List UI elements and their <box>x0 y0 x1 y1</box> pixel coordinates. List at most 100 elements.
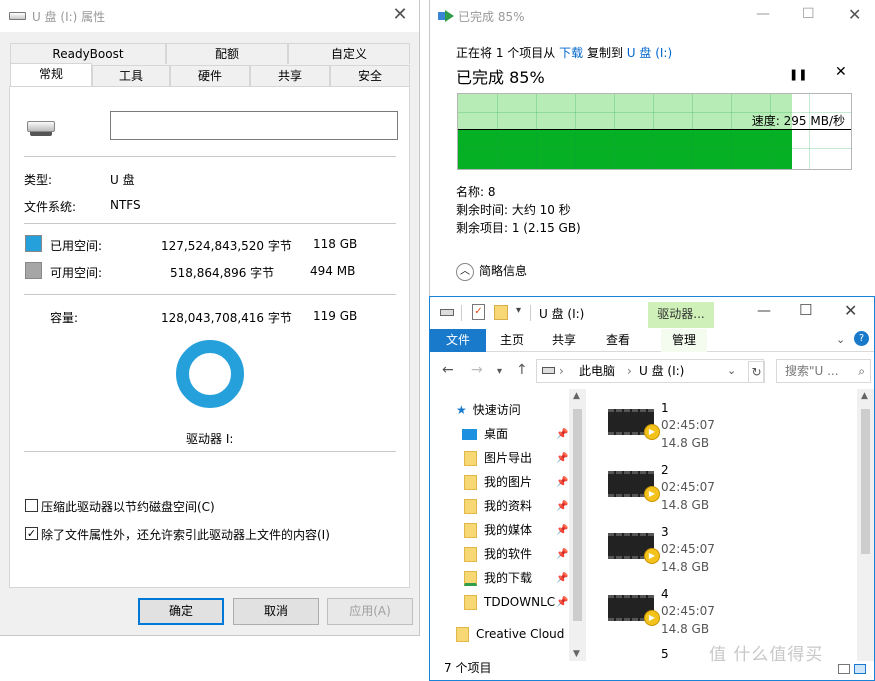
minimize-icon[interactable]: — <box>757 303 771 319</box>
scrollbar-thumb[interactable] <box>573 409 582 621</box>
nav-label: 我的图片 <box>484 475 533 489</box>
forward-arrow-icon[interactable]: → <box>471 362 483 378</box>
address-bar[interactable]: › 此电脑 › U 盘 (I:) ⌄ <box>536 359 764 383</box>
nav-label: 我的下载 <box>484 571 533 585</box>
source-link[interactable]: 下载 <box>559 46 583 60</box>
fewer-details-toggle[interactable]: ︿ 简略信息 <box>456 262 527 281</box>
nav-scrollbar[interactable]: ▲ ▼ <box>569 389 586 661</box>
content-scrollbar[interactable]: ▲ <box>857 389 874 661</box>
close-icon[interactable]: ✕ <box>389 4 411 26</box>
ok-button[interactable]: 确定 <box>138 598 224 625</box>
tab-home[interactable]: 主页 <box>490 329 534 352</box>
maximize-icon[interactable]: ☐ <box>799 301 812 319</box>
file-size: 14.8 GB <box>661 622 710 636</box>
nav-item-folder[interactable]: 图片导出 <box>464 447 532 469</box>
destination-link[interactable]: U 盘 (I:) <box>627 46 672 60</box>
pin-icon[interactable]: 📌 <box>556 501 568 512</box>
tab-sharing[interactable]: 共享 <box>250 65 330 86</box>
maximize-icon[interactable]: ☐ <box>802 6 815 22</box>
tab-general[interactable]: 常规 <box>10 63 92 86</box>
nav-item-quick-access[interactable]: ★ 快速访问 <box>456 399 521 421</box>
file-item[interactable]: ▶ 4 02:45:07 14.8 GB <box>608 583 768 639</box>
window-title: 已完成 85% <box>458 10 525 24</box>
new-folder-icon[interactable] <box>494 305 508 320</box>
play-icon: ▶ <box>644 424 660 440</box>
help-icon[interactable]: ? <box>854 331 869 346</box>
tab-manage[interactable]: 管理 <box>661 329 707 352</box>
file-item[interactable]: ▶ 3 02:45:07 14.8 GB <box>608 521 768 577</box>
cancel-icon[interactable]: ✕ <box>835 64 847 80</box>
tab-customize[interactable]: 自定义 <box>288 43 410 64</box>
drive-tools-tab[interactable]: 驱动器... <box>648 302 714 328</box>
chevron-down-icon[interactable]: ⌄ <box>836 333 845 346</box>
nav-item-folder[interactable]: TDDOWNLC <box>464 591 555 613</box>
tab-tools[interactable]: 工具 <box>92 65 170 86</box>
search-placeholder: 搜索"U ... <box>785 364 839 378</box>
tab-security[interactable]: 安全 <box>330 65 410 86</box>
close-icon[interactable]: ✕ <box>848 5 861 24</box>
nav-label: 快速访问 <box>472 403 521 417</box>
capacity-label: 容量: <box>50 311 79 325</box>
download-folder-icon <box>464 571 477 586</box>
recent-dropdown-icon[interactable]: ▾ <box>497 366 502 377</box>
nav-item-downloads[interactable]: 我的下载 <box>464 567 532 589</box>
pause-icon[interactable]: ❚❚ <box>789 68 807 81</box>
minimize-icon[interactable]: — <box>756 6 770 22</box>
tab-file[interactable]: 文件 <box>430 329 486 352</box>
pin-icon[interactable]: 📌 <box>556 549 568 560</box>
nav-item-folder[interactable]: 我的软件 <box>464 543 532 565</box>
tab-view[interactable]: 查看 <box>596 329 640 352</box>
file-explorer-window: ✓ ▾ U 盘 (I:) 驱动器... — ☐ ✕ 文件 主页 共享 查看 管理… <box>429 296 875 681</box>
details-view-icon[interactable] <box>838 664 850 674</box>
star-icon: ★ <box>456 403 467 417</box>
scroll-up-icon[interactable]: ▲ <box>861 391 868 401</box>
scroll-down-icon[interactable]: ▼ <box>573 649 580 659</box>
scrollbar-thumb[interactable] <box>861 409 870 554</box>
pin-icon[interactable]: 📌 <box>556 597 568 608</box>
time-remaining: 剩余时间: 大约 10 秒 <box>456 203 571 217</box>
nav-label: 桌面 <box>484 427 509 441</box>
quick-access-dropdown-icon[interactable]: ▾ <box>516 305 521 316</box>
nav-item-folder[interactable]: 我的资料 <box>464 495 532 517</box>
address-dropdown-icon[interactable]: ⌄ <box>727 360 736 382</box>
tab-hardware[interactable]: 硬件 <box>170 65 250 86</box>
grid-line <box>770 94 771 169</box>
pin-icon[interactable]: 📌 <box>556 525 568 536</box>
compress-checkbox[interactable] <box>25 499 38 512</box>
pin-icon[interactable]: 📌 <box>556 477 568 488</box>
folder-icon <box>464 547 477 562</box>
free-space-label: 可用空间: <box>50 266 103 280</box>
divider <box>530 305 531 321</box>
volume-name-input[interactable] <box>110 111 398 140</box>
index-checkbox[interactable]: ✓ <box>25 527 38 540</box>
capacity-bytes: 128,043,708,416 字节 <box>161 311 292 325</box>
breadcrumb-this-pc[interactable]: 此电脑 <box>579 360 615 382</box>
copy-mid: 复制到 <box>586 46 623 60</box>
title-bar: ✓ ▾ U 盘 (I:) 驱动器... — ☐ ✕ <box>430 297 874 329</box>
breadcrumb-drive[interactable]: U 盘 (I:) <box>639 360 684 382</box>
back-arrow-icon[interactable]: ← <box>442 362 454 378</box>
close-icon[interactable]: ✕ <box>844 301 857 320</box>
refresh-icon[interactable]: ↻ <box>748 361 765 383</box>
scroll-up-icon[interactable]: ▲ <box>573 391 580 401</box>
nav-item-folder[interactable]: 我的图片 <box>464 471 532 493</box>
file-item[interactable]: ▶ 2 02:45:07 14.8 GB <box>608 459 768 515</box>
pin-icon[interactable]: 📌 <box>556 453 568 464</box>
status-bar-count: 7 个项目 <box>444 661 492 675</box>
nav-item-desktop[interactable]: 桌面 <box>462 423 508 445</box>
up-arrow-icon[interactable]: ↑ <box>516 362 528 378</box>
large-icons-view-icon[interactable] <box>854 664 866 674</box>
tab-share[interactable]: 共享 <box>542 329 586 352</box>
tab-readyboost[interactable]: ReadyBoost <box>10 43 166 64</box>
pin-icon[interactable]: 📌 <box>556 573 568 584</box>
nav-item-creative-cloud[interactable]: Creative Cloud F <box>456 623 575 645</box>
nav-item-folder[interactable]: 我的媒体 <box>464 519 532 541</box>
properties-icon[interactable]: ✓ <box>472 304 485 320</box>
apply-button[interactable]: 应用(A) <box>327 598 413 625</box>
cancel-button[interactable]: 取消 <box>233 598 319 625</box>
search-input[interactable]: 搜索"U ... ⌕ <box>776 359 871 383</box>
nav-label: TDDOWNLC <box>484 595 556 609</box>
tab-quota[interactable]: 配额 <box>166 43 288 64</box>
pin-icon[interactable]: 📌 <box>556 429 568 440</box>
file-item[interactable]: ▶ 1 02:45:07 14.8 GB <box>608 397 768 453</box>
